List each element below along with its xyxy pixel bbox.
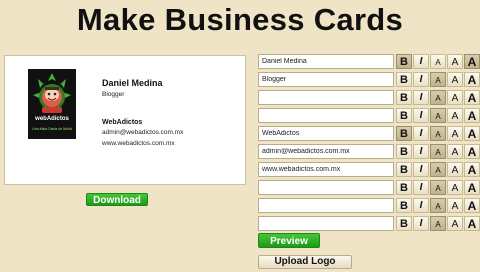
size-small-button[interactable]: A	[430, 216, 446, 231]
preview-button[interactable]: Preview	[258, 233, 320, 248]
size-large-button[interactable]: A	[464, 90, 480, 105]
size-large-button[interactable]: A	[464, 198, 480, 213]
bold-button[interactable]: B	[396, 144, 412, 159]
download-button[interactable]: Download	[86, 193, 148, 206]
size-medium-button[interactable]: A	[447, 108, 463, 123]
text-line-input[interactable]	[258, 72, 394, 87]
italic-button[interactable]: I	[413, 72, 429, 87]
text-line-row: BIAAA	[258, 126, 480, 142]
bold-button[interactable]: B	[396, 72, 412, 87]
bold-button[interactable]: B	[396, 108, 412, 123]
size-medium-button[interactable]: A	[447, 162, 463, 177]
size-small-button[interactable]: A	[430, 90, 446, 105]
size-large-button[interactable]: A	[464, 216, 480, 231]
text-line-input[interactable]	[258, 90, 394, 105]
business-card-preview: webAdictos Una Mala Diaria de Moldt Dani…	[4, 55, 246, 185]
italic-button[interactable]: I	[413, 144, 429, 159]
bold-button[interactable]: B	[396, 216, 412, 231]
upload-logo-button[interactable]: Upload Logo	[258, 255, 352, 269]
bold-button[interactable]: B	[396, 162, 412, 177]
text-line-input[interactable]	[258, 54, 394, 69]
text-line-row: BIAAA	[258, 54, 480, 70]
size-medium-button[interactable]: A	[447, 144, 463, 159]
text-line-input[interactable]	[258, 216, 394, 231]
italic-button[interactable]: I	[413, 54, 429, 69]
card-website: www.webadictos.com.mx	[102, 140, 175, 147]
size-medium-button[interactable]: A	[447, 198, 463, 213]
size-small-button[interactable]: A	[430, 198, 446, 213]
size-medium-button[interactable]: A	[447, 180, 463, 195]
bold-button[interactable]: B	[396, 198, 412, 213]
bold-button[interactable]: B	[396, 126, 412, 141]
size-large-button[interactable]: A	[464, 180, 480, 195]
size-large-button[interactable]: A	[464, 54, 480, 69]
italic-button[interactable]: I	[413, 216, 429, 231]
text-line-input[interactable]	[258, 198, 394, 213]
card-job-title: Blogger	[102, 91, 125, 98]
size-medium-button[interactable]: A	[447, 216, 463, 231]
size-small-button[interactable]: A	[430, 162, 446, 177]
size-small-button[interactable]: A	[430, 108, 446, 123]
size-small-button[interactable]: A	[430, 144, 446, 159]
italic-button[interactable]: I	[413, 126, 429, 141]
bold-button[interactable]: B	[396, 54, 412, 69]
text-line-row: BIAAA	[258, 144, 480, 160]
logo-tagline: Una Mala Diaria de Moldt	[32, 127, 72, 131]
size-large-button[interactable]: A	[464, 144, 480, 159]
size-small-button[interactable]: A	[430, 72, 446, 87]
size-large-button[interactable]: A	[464, 126, 480, 141]
text-line-input[interactable]	[258, 108, 394, 123]
size-medium-button[interactable]: A	[447, 72, 463, 87]
italic-button[interactable]: I	[413, 180, 429, 195]
size-medium-button[interactable]: A	[447, 90, 463, 105]
size-small-button[interactable]: A	[430, 54, 446, 69]
text-line-input[interactable]	[258, 162, 394, 177]
italic-button[interactable]: I	[413, 162, 429, 177]
card-name: Daniel Medina	[102, 78, 163, 88]
size-medium-button[interactable]: A	[447, 126, 463, 141]
text-line-row: BIAAA	[258, 216, 480, 232]
text-line-row: BIAAA	[258, 162, 480, 178]
size-large-button[interactable]: A	[464, 72, 480, 87]
card-email: admin@webadictos.com.mx	[102, 129, 184, 136]
text-line-input[interactable]	[258, 126, 394, 141]
size-large-button[interactable]: A	[464, 162, 480, 177]
text-line-row: BIAAA	[258, 198, 480, 214]
text-line-input[interactable]	[258, 144, 394, 159]
size-small-button[interactable]: A	[430, 126, 446, 141]
page-title: Make Business Cards	[76, 2, 404, 37]
size-small-button[interactable]: A	[430, 180, 446, 195]
italic-button[interactable]: I	[413, 108, 429, 123]
size-large-button[interactable]: A	[464, 108, 480, 123]
size-medium-button[interactable]: A	[447, 54, 463, 69]
logo-image: webAdictos Una Mala Diaria de Moldt	[28, 69, 76, 139]
bold-button[interactable]: B	[396, 180, 412, 195]
italic-button[interactable]: I	[413, 90, 429, 105]
text-line-input[interactable]	[258, 180, 394, 195]
card-company: WebAdictos	[102, 119, 143, 126]
text-line-row: BIAAA	[258, 72, 480, 88]
logo-name: webAdictos	[35, 116, 69, 122]
text-line-row: BIAAA	[258, 180, 480, 196]
italic-button[interactable]: I	[413, 198, 429, 213]
text-line-row: BIAAA	[258, 108, 480, 124]
bold-button[interactable]: B	[396, 90, 412, 105]
text-line-row: BIAAA	[258, 90, 480, 106]
